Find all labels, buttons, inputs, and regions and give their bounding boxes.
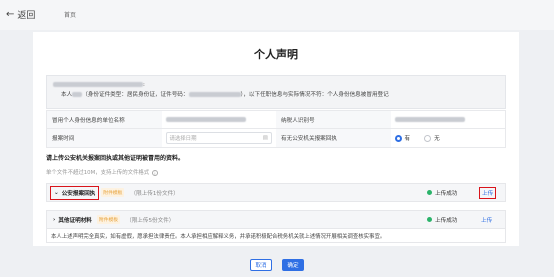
breadcrumb[interactable]: 首页 [64, 10, 76, 19]
back-button[interactable]: ← 返回 [6, 8, 35, 21]
top-bar: ← 返回 首页 [0, 0, 554, 30]
info-icon[interactable]: i [151, 169, 158, 176]
report-time-field-wrap: 请选择日期 ▤ [162, 129, 277, 147]
success-dot-icon [427, 217, 432, 222]
template-tag[interactable]: 附件模板 [101, 188, 125, 197]
cancel-button[interactable]: 取消 [250, 258, 272, 271]
radio-yes[interactable]: 有 [394, 134, 411, 142]
confirm-button[interactable]: 确定 [282, 258, 304, 271]
chevron-right-icon: › [53, 216, 56, 223]
company-name-value [162, 111, 277, 128]
file-name: 其他证明材料 [58, 217, 92, 224]
statement-text: 本人上述声明完全真实，如有虚假，愿承担法律责任。本人承担相应解释义务，并承诺积极… [46, 229, 506, 243]
redacted-taxpayer-id [394, 117, 465, 122]
status-text: 上传成功 [435, 190, 458, 197]
upload-title: 请上传公安机关报案回执或其他证明被冒用的资料。 [46, 155, 185, 162]
file-limit-note: （限上传5份文件） [126, 217, 175, 224]
upload-hint: 单个文件不超过10M，支持上传的文件格式 i [46, 168, 158, 176]
declaration-form: 冒用个人身份信息的单位名称 纳税人识别号 报案时间 请选择日期 ▤ 有无公安机关… [46, 110, 506, 148]
report-date-picker[interactable]: 请选择日期 ▤ [165, 132, 272, 144]
page-title: 个人声明 [254, 48, 298, 61]
declaration-card: 个人声明 : 本人 （身份证件类型：居民身份证，证件号码： ），以下任职信息与实际情… [33, 32, 519, 246]
radio-no-label: 无 [434, 136, 440, 142]
redacted-text [53, 82, 143, 87]
company-name-label: 冒用个人身份信息的单位名称 [47, 111, 162, 128]
declaration-suffix: ），以下任职信息与实际情况不符：个人身份信息被冒用登记 [240, 92, 389, 98]
success-dot-icon [427, 190, 432, 195]
file-toggle-receipt[interactable]: ⌄ 公安报案回执 [50, 185, 100, 200]
file-row: › 其他证明材料 附件模板 （限上传5份文件） 上传成功 上传 [46, 210, 506, 229]
file-row: ⌄ 公安报案回执 附件模板 （限上传1份文件） 上传成功 上传 [46, 183, 506, 202]
back-label: 返回 [17, 11, 36, 21]
file-toggle-other[interactable]: › 其他证明材料 [50, 214, 95, 226]
declaration-id-text: （身份证件类型：居民身份证，证件号码： [82, 92, 189, 98]
report-time-label: 报案时间 [47, 129, 162, 147]
radio-no[interactable]: 无 [424, 134, 440, 142]
upload-status: 上传成功 [427, 189, 457, 197]
date-placeholder: 请选择日期 [169, 136, 197, 142]
redacted-company [165, 117, 246, 122]
file-limit-note: （限上传1份文件） [130, 190, 179, 197]
arrow-left-icon: ← [6, 8, 15, 20]
receipt-label: 有无公安机关报案回执 [276, 129, 391, 147]
radio-checked-icon [394, 134, 402, 142]
upload-button[interactable]: 上传 [479, 215, 494, 225]
declaration-line1-suffix: : [143, 82, 145, 88]
declaration-text: : 本人 （身份证件类型：居民身份证，证件号码： ），以下任职信息与实际情况不符：个… [46, 75, 506, 109]
upload-button[interactable]: 上传 [479, 186, 497, 199]
footer-actions: 取消 确定 [0, 252, 554, 277]
taxpayer-id-label: 纳税人识别号 [276, 111, 391, 128]
form-row: 报案时间 请选择日期 ▤ 有无公安机关报案回执 有 无 [46, 129, 506, 148]
chevron-down-icon: ⌄ [54, 189, 59, 196]
declaration-prefix: 本人 [61, 92, 73, 98]
taxpayer-id-value [391, 111, 506, 128]
calendar-icon: ▤ [262, 135, 268, 141]
template-tag[interactable]: 附件模板 [96, 215, 121, 224]
status-text: 上传成功 [435, 217, 458, 224]
file-name: 公安报案回执 [61, 190, 96, 197]
radio-yes-label: 有 [404, 136, 411, 142]
radio-unchecked-icon [424, 134, 432, 142]
redacted-name [72, 92, 83, 97]
form-row: 冒用个人身份信息的单位名称 纳税人识别号 [46, 110, 506, 129]
redacted-id [188, 92, 241, 97]
receipt-radio-group: 有 无 [391, 129, 506, 147]
upload-status: 上传成功 [427, 216, 457, 224]
upload-hint-text: 单个文件不超过10M，支持上传的文件格式 [46, 170, 150, 176]
